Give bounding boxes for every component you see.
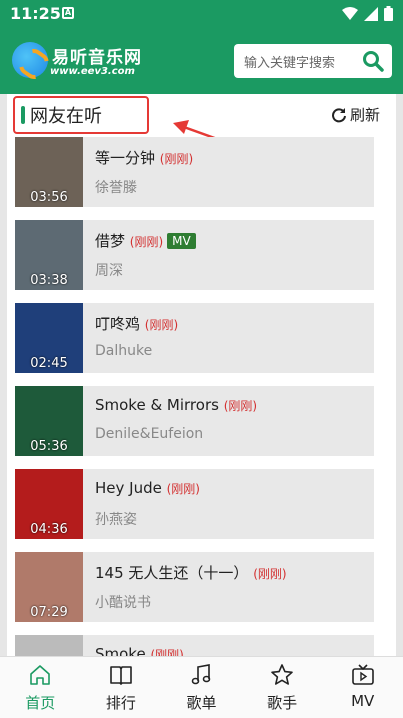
song-row[interactable]: 05:36 Smoke & Mirrors (刚刚) Denile&Eufeio… [15, 386, 374, 456]
search-icon[interactable] [362, 50, 384, 72]
song-row[interactable]: Smoke (刚刚) [15, 635, 374, 656]
annotation-highlight-box [13, 96, 149, 134]
song-title: 叮咚鸡 [95, 315, 141, 333]
song-title: 借梦 [95, 232, 126, 250]
song-cover: 05:36 [15, 386, 83, 456]
book-icon [110, 666, 132, 685]
song-row[interactable]: 03:38 借梦 (刚刚) MV 周深 [15, 220, 374, 290]
home-icon [30, 665, 51, 685]
song-row[interactable]: 07:29 145 无人生还（十一） (刚刚) 小酷说书 [15, 552, 374, 622]
song-tag: (刚刚) [159, 152, 194, 166]
refresh-icon [332, 107, 346, 122]
song-tag: (刚刚) [166, 482, 200, 496]
refresh-button[interactable]: 刷新 [331, 104, 380, 125]
main-content: 网友在听 刷新 03:56 等一分钟 (刚刚) 徐誉滕 03:38 借梦 (刚刚… [0, 94, 403, 656]
music-note-icon [192, 664, 211, 685]
song-row[interactable]: 02:45 叮咚鸡 (刚刚) Dalhuke [15, 303, 374, 373]
song-title: 145 无人生还（十一） [95, 564, 249, 582]
system-icons [342, 6, 393, 21]
status-time: 11:25 [10, 4, 61, 23]
song-row[interactable]: 04:36 Hey Jude (刚刚) 孙燕姿 [15, 469, 374, 539]
song-artist: Dalhuke [95, 343, 153, 359]
song-duration: 04:36 [30, 522, 68, 537]
tab-label: 排行 [105, 694, 136, 712]
mv-badge[interactable]: MV [167, 233, 196, 249]
notification-icon: A [62, 7, 74, 19]
song-title-line: 借梦 (刚刚) MV [95, 230, 196, 251]
site-name: 易听音乐网 [52, 48, 142, 68]
tab-label: 歌手 [267, 694, 298, 712]
bottom-tab-bar: 首页 排行 歌单 歌手 MV [0, 656, 403, 718]
tab-label: MV [351, 692, 375, 710]
song-artist: Denile&Eufeion [95, 426, 204, 442]
song-title-line: Smoke & Mirrors (刚刚) [95, 396, 257, 414]
search-input[interactable]: 输入关键字搜索 [244, 52, 335, 71]
song-tag: (刚刚) [253, 567, 287, 581]
song-title: Smoke [95, 645, 146, 656]
wifi-icon [342, 6, 358, 20]
tv-icon [351, 664, 374, 685]
song-tag: (刚刚) [144, 318, 179, 332]
tab-playlist[interactable]: 歌单 [161, 657, 242, 718]
tab-ranking[interactable]: 排行 [81, 657, 162, 718]
song-title: 等一分钟 [95, 149, 156, 167]
tab-home[interactable]: 首页 [0, 657, 81, 718]
song-artist: 孙燕姿 [95, 512, 137, 528]
song-duration: 03:38 [30, 273, 68, 288]
site-url: www.eev3.com [50, 66, 135, 77]
song-artist: 周深 [95, 263, 123, 279]
song-cover: 04:36 [15, 469, 83, 539]
song-title-line: Hey Jude (刚刚) [95, 479, 200, 497]
song-tag: (刚刚) [223, 399, 258, 413]
song-tag: (刚刚) [150, 648, 184, 656]
tab-label: 首页 [25, 694, 56, 712]
star-icon [271, 664, 293, 685]
search-box[interactable]: 输入关键字搜索 [234, 44, 392, 78]
song-title-line: 等一分钟 (刚刚) [95, 147, 193, 168]
tab-mv[interactable]: MV [322, 657, 403, 718]
song-artist: 小酷说书 [95, 595, 151, 611]
song-title: Smoke & Mirrors [95, 396, 219, 414]
song-artist: 徐誉滕 [95, 180, 137, 196]
song-duration: 02:45 [30, 356, 68, 371]
refresh-label: 刷新 [350, 106, 381, 124]
song-cover: 02:45 [15, 303, 83, 373]
status-bar: 11:25 A [0, 0, 403, 28]
song-title-line: 145 无人生还（十一） (刚刚) [95, 562, 287, 583]
song-title: Hey Jude [95, 479, 162, 497]
song-title-line: 叮咚鸡 (刚刚) [95, 313, 178, 334]
tab-label: 歌单 [186, 694, 217, 712]
song-cover: 03:38 [15, 220, 83, 290]
song-cover: 07:29 [15, 552, 83, 622]
app-header: 易听音乐网 www.eev3.com 输入关键字搜索 [0, 28, 403, 94]
site-logo[interactable] [12, 42, 48, 78]
battery-icon [384, 6, 393, 21]
song-cover [15, 635, 83, 656]
song-duration: 03:56 [30, 190, 68, 205]
signal-icon [364, 6, 378, 21]
song-title-line: Smoke (刚刚) [95, 645, 184, 656]
tab-singer[interactable]: 歌手 [242, 657, 323, 718]
song-tag: (刚刚) [129, 235, 164, 249]
song-duration: 05:36 [30, 439, 68, 454]
song-duration: 07:29 [30, 605, 68, 620]
song-cover: 03:56 [15, 137, 83, 207]
song-row[interactable]: 03:56 等一分钟 (刚刚) 徐誉滕 [15, 137, 374, 207]
